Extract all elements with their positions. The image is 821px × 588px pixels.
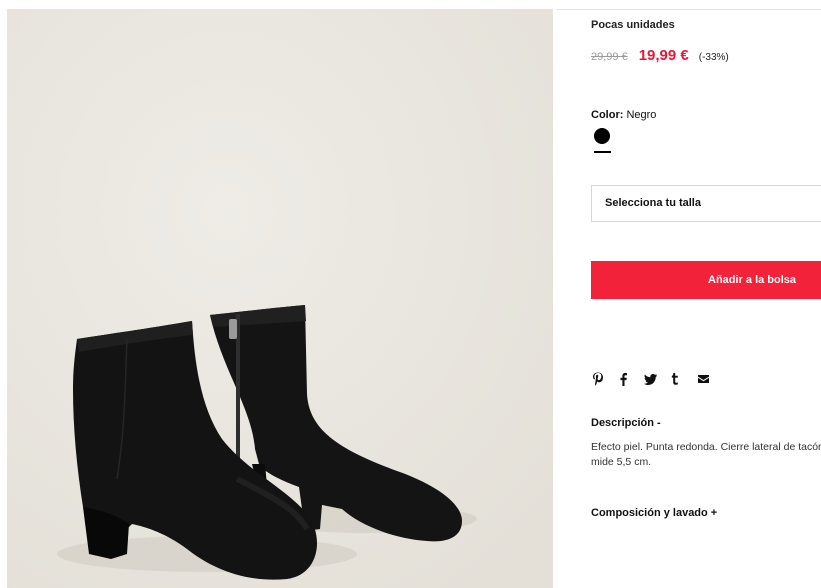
product-image [7,9,553,588]
color-value: Negro [626,109,657,121]
product-info-panel: Pocas unidades 29,99 € 19,99 € (-33%) Co… [591,0,821,588]
pinterest-icon[interactable] [591,371,603,387]
description-text: Efecto piel. Punta redonda. Cierre later… [591,441,821,468]
facebook-icon[interactable] [619,371,627,387]
composition-toggle[interactable]: Composición y lavado + [591,507,717,519]
price-row: 29,99 € 19,99 € (-33%) [591,47,729,64]
old-price: 29,99 € [591,51,628,63]
color-row: Color: Negro [591,109,656,121]
stock-label: Pocas unidades [591,19,675,31]
color-swatch-negro[interactable] [594,128,610,144]
add-to-bag-button[interactable]: Añadir a la bolsa [591,261,821,299]
size-select[interactable]: Selecciona tu talla [591,185,821,222]
description-toggle[interactable]: Descripción - [591,417,661,429]
tumblr-icon[interactable] [671,371,679,387]
swatch-selected-indicator [594,151,611,153]
twitter-icon[interactable] [643,371,657,387]
sale-price: 19,99 € [638,47,689,64]
color-label: Color: [591,109,624,121]
discount-badge: (-33%) [698,52,729,63]
email-icon[interactable] [698,371,709,387]
